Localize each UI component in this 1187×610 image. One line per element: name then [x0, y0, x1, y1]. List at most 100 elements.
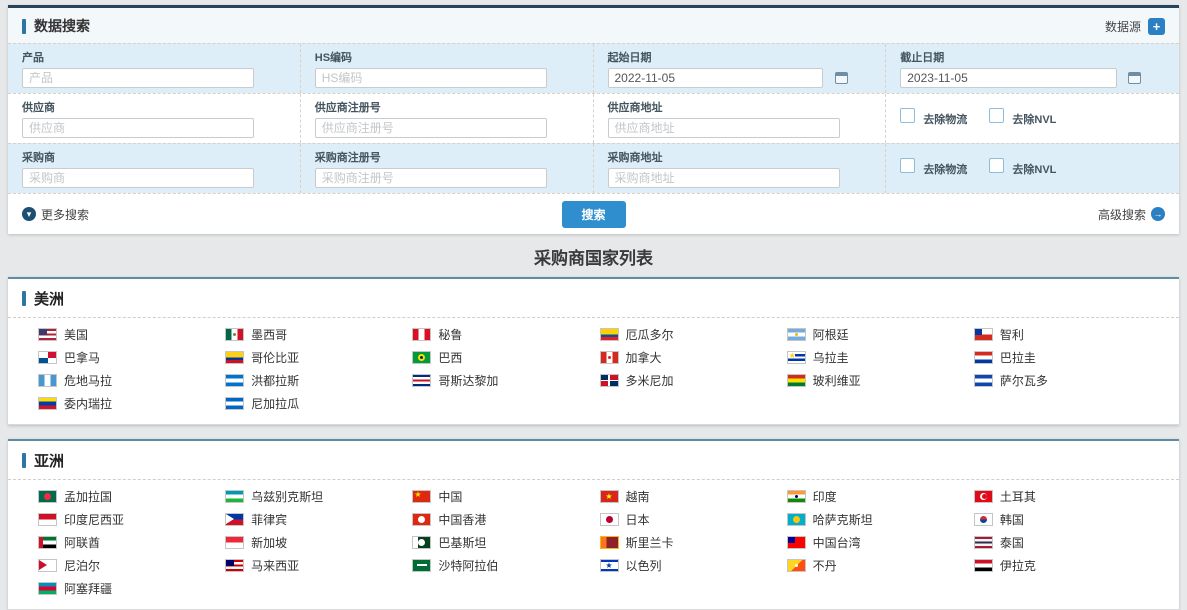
- country-item[interactable]: 土耳其: [974, 485, 1161, 508]
- country-item[interactable]: ★越南: [600, 485, 787, 508]
- checkbox-icon[interactable]: [900, 158, 915, 173]
- search-button[interactable]: 搜索: [561, 201, 625, 228]
- more-search-toggle[interactable]: 更多搜索: [22, 206, 89, 223]
- checkbox-icon[interactable]: [989, 108, 1004, 123]
- country-item[interactable]: 印度: [787, 485, 974, 508]
- buyer-addr-label: 采购商地址: [608, 149, 872, 165]
- field-supplier-reg: 供应商注册号: [301, 94, 594, 143]
- country-item[interactable]: 伊拉克: [974, 554, 1161, 577]
- country-item[interactable]: 阿联酋: [38, 531, 225, 554]
- country-flag-icon: [225, 536, 244, 549]
- country-item[interactable]: 危地马拉: [38, 369, 225, 392]
- country-flag-icon: [225, 328, 244, 341]
- country-item[interactable]: 沙特阿拉伯: [412, 554, 599, 577]
- country-item[interactable]: 尼泊尔: [38, 554, 225, 577]
- country-item[interactable]: 美国: [38, 323, 225, 346]
- country-name: 越南: [626, 488, 650, 505]
- country-item[interactable]: 厄瓜多尔: [600, 323, 787, 346]
- country-item[interactable]: 墨西哥: [225, 323, 412, 346]
- country-item[interactable]: 阿根廷: [787, 323, 974, 346]
- country-item[interactable]: 多米尼加: [600, 369, 787, 392]
- buyer-remove-nvl-checkbox[interactable]: 去除NVL: [989, 158, 1056, 177]
- country-name: 多米尼加: [626, 372, 674, 389]
- buyer-addr-input[interactable]: [608, 168, 840, 188]
- country-item[interactable]: 印度尼西亚: [38, 508, 225, 531]
- start-date-label: 起始日期: [608, 49, 872, 65]
- country-item[interactable]: 日本: [600, 508, 787, 531]
- country-item[interactable]: 巴西: [412, 346, 599, 369]
- supplier-input[interactable]: [22, 118, 254, 138]
- checkbox-icon[interactable]: [900, 108, 915, 123]
- country-item[interactable]: 加拿大: [600, 346, 787, 369]
- country-flag-icon: [787, 559, 806, 572]
- supplier-label: 供应商: [22, 99, 286, 115]
- product-input[interactable]: [22, 68, 254, 88]
- country-item[interactable]: 菲律宾: [225, 508, 412, 531]
- buyer-input[interactable]: [22, 168, 254, 188]
- country-name: 日本: [626, 511, 650, 528]
- country-name: 中国: [438, 488, 462, 505]
- region-header: 亚洲: [8, 441, 1179, 480]
- country-flag-icon: [38, 582, 57, 595]
- checkbox-icon[interactable]: [989, 158, 1004, 173]
- country-name: 巴基斯坦: [438, 534, 486, 551]
- country-item[interactable]: 中国台湾: [787, 531, 974, 554]
- country-item[interactable]: 洪都拉斯: [225, 369, 412, 392]
- supplier-remove-nvl-checkbox[interactable]: 去除NVL: [989, 108, 1056, 127]
- country-name: 乌兹别克斯坦: [251, 488, 323, 505]
- supplier-reg-input[interactable]: [315, 118, 547, 138]
- country-item[interactable]: 乌兹别克斯坦: [225, 485, 412, 508]
- add-datasource-button[interactable]: [1148, 18, 1165, 35]
- country-flag-icon: [787, 328, 806, 341]
- country-item[interactable]: 巴拿马: [38, 346, 225, 369]
- advanced-search-link[interactable]: 高级搜索: [1098, 206, 1165, 223]
- country-item[interactable]: 委内瑞拉: [38, 392, 225, 415]
- hs-code-input[interactable]: [315, 68, 547, 88]
- country-flag-icon: [974, 513, 993, 526]
- start-date-input[interactable]: [608, 68, 824, 88]
- country-flag-icon: [38, 559, 57, 572]
- supplier-remove-logistics-checkbox[interactable]: 去除物流: [900, 108, 967, 127]
- country-item[interactable]: 秘鲁: [412, 323, 599, 346]
- country-name: 乌拉圭: [813, 349, 849, 366]
- country-item[interactable]: 泰国: [974, 531, 1161, 554]
- country-flag-icon: [38, 374, 57, 387]
- country-flag-icon: [38, 536, 57, 549]
- country-item[interactable]: 中国香港: [412, 508, 599, 531]
- country-item[interactable]: 玻利维亚: [787, 369, 974, 392]
- country-item[interactable]: ★以色列: [600, 554, 787, 577]
- country-item[interactable]: 哈萨克斯坦: [787, 508, 974, 531]
- country-item[interactable]: 智利: [974, 323, 1161, 346]
- calendar-icon[interactable]: [835, 72, 848, 84]
- country-item[interactable]: 尼加拉瓜: [225, 392, 412, 415]
- country-item[interactable]: 哥斯达黎加: [412, 369, 599, 392]
- country-item[interactable]: 巴基斯坦: [412, 531, 599, 554]
- country-item[interactable]: 马来西亚: [225, 554, 412, 577]
- country-item[interactable]: 韩国: [974, 508, 1161, 531]
- country-name: 不丹: [813, 557, 837, 574]
- country-flag-icon: [412, 351, 431, 364]
- country-flag-icon: [225, 559, 244, 572]
- country-item[interactable]: 阿塞拜疆: [38, 577, 225, 600]
- end-date-input[interactable]: [900, 68, 1117, 88]
- country-item[interactable]: 孟加拉国: [38, 485, 225, 508]
- buyer-remove-logistics-checkbox[interactable]: 去除物流: [900, 158, 967, 177]
- country-name: 尼泊尔: [64, 557, 100, 574]
- accent-bar: [22, 291, 26, 306]
- country-item[interactable]: 萨尔瓦多: [974, 369, 1161, 392]
- country-item[interactable]: 巴拉圭: [974, 346, 1161, 369]
- country-item[interactable]: 斯里兰卡: [600, 531, 787, 554]
- country-flag-icon: [412, 559, 431, 572]
- country-item[interactable]: 新加坡: [225, 531, 412, 554]
- field-supplier-addr: 供应商地址: [594, 94, 887, 143]
- country-flag-icon: [787, 490, 806, 503]
- search-panel-header: 数据搜索 数据源: [8, 8, 1179, 43]
- country-item[interactable]: ★中国: [412, 485, 599, 508]
- country-item[interactable]: 不丹: [787, 554, 974, 577]
- country-item[interactable]: ★乌拉圭: [787, 346, 974, 369]
- country-name: 哈萨克斯坦: [813, 511, 873, 528]
- supplier-addr-input[interactable]: [608, 118, 840, 138]
- calendar-icon[interactable]: [1128, 72, 1141, 84]
- buyer-reg-input[interactable]: [315, 168, 547, 188]
- country-item[interactable]: 哥伦比亚: [225, 346, 412, 369]
